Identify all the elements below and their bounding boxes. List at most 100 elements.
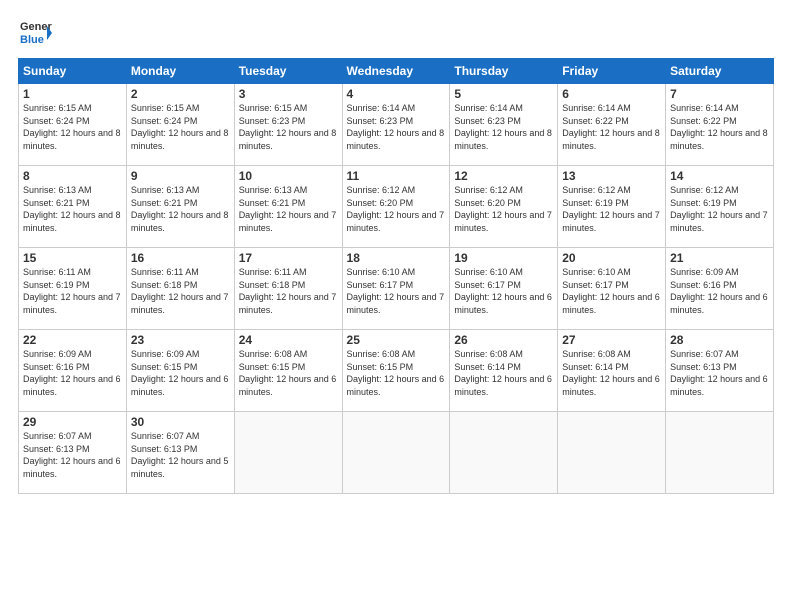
day-number: 25 [347, 333, 446, 347]
calendar-table: SundayMondayTuesdayWednesdayThursdayFrid… [18, 58, 774, 494]
calendar-cell: 19 Sunrise: 6:10 AMSunset: 6:17 PMDaylig… [450, 248, 558, 330]
day-header-tuesday: Tuesday [234, 59, 342, 84]
day-info: Sunrise: 6:10 AMSunset: 6:17 PMDaylight:… [562, 267, 660, 315]
day-info: Sunrise: 6:08 AMSunset: 6:14 PMDaylight:… [454, 349, 552, 397]
calendar-cell [666, 412, 774, 494]
calendar-cell: 15 Sunrise: 6:11 AMSunset: 6:19 PMDaylig… [19, 248, 127, 330]
day-info: Sunrise: 6:11 AMSunset: 6:19 PMDaylight:… [23, 267, 121, 315]
calendar-week-1: 1 Sunrise: 6:15 AMSunset: 6:24 PMDayligh… [19, 84, 774, 166]
day-info: Sunrise: 6:14 AMSunset: 6:22 PMDaylight:… [670, 103, 768, 151]
day-header-friday: Friday [558, 59, 666, 84]
calendar-cell: 23 Sunrise: 6:09 AMSunset: 6:15 PMDaylig… [126, 330, 234, 412]
calendar-cell: 4 Sunrise: 6:14 AMSunset: 6:23 PMDayligh… [342, 84, 450, 166]
day-number: 8 [23, 169, 122, 183]
calendar-cell: 8 Sunrise: 6:13 AMSunset: 6:21 PMDayligh… [19, 166, 127, 248]
day-header-saturday: Saturday [666, 59, 774, 84]
calendar-cell: 12 Sunrise: 6:12 AMSunset: 6:20 PMDaylig… [450, 166, 558, 248]
calendar-cell [342, 412, 450, 494]
day-info: Sunrise: 6:13 AMSunset: 6:21 PMDaylight:… [239, 185, 337, 233]
calendar-cell: 18 Sunrise: 6:10 AMSunset: 6:17 PMDaylig… [342, 248, 450, 330]
day-header-wednesday: Wednesday [342, 59, 450, 84]
svg-text:Blue: Blue [20, 34, 44, 46]
calendar-cell [234, 412, 342, 494]
day-number: 17 [239, 251, 338, 265]
day-number: 10 [239, 169, 338, 183]
day-info: Sunrise: 6:14 AMSunset: 6:23 PMDaylight:… [347, 103, 445, 151]
day-number: 30 [131, 415, 230, 429]
day-number: 9 [131, 169, 230, 183]
calendar-cell: 27 Sunrise: 6:08 AMSunset: 6:14 PMDaylig… [558, 330, 666, 412]
logo-icon: General Blue [18, 16, 52, 50]
day-number: 7 [670, 87, 769, 101]
day-info: Sunrise: 6:15 AMSunset: 6:23 PMDaylight:… [239, 103, 337, 151]
day-header-monday: Monday [126, 59, 234, 84]
calendar-week-3: 15 Sunrise: 6:11 AMSunset: 6:19 PMDaylig… [19, 248, 774, 330]
calendar-week-4: 22 Sunrise: 6:09 AMSunset: 6:16 PMDaylig… [19, 330, 774, 412]
day-info: Sunrise: 6:12 AMSunset: 6:19 PMDaylight:… [670, 185, 768, 233]
day-number: 20 [562, 251, 661, 265]
day-number: 13 [562, 169, 661, 183]
logo: General Blue [18, 16, 52, 50]
calendar-cell: 26 Sunrise: 6:08 AMSunset: 6:14 PMDaylig… [450, 330, 558, 412]
day-number: 4 [347, 87, 446, 101]
day-number: 23 [131, 333, 230, 347]
calendar-cell: 9 Sunrise: 6:13 AMSunset: 6:21 PMDayligh… [126, 166, 234, 248]
day-info: Sunrise: 6:10 AMSunset: 6:17 PMDaylight:… [347, 267, 445, 315]
day-info: Sunrise: 6:15 AMSunset: 6:24 PMDaylight:… [131, 103, 229, 151]
day-info: Sunrise: 6:15 AMSunset: 6:24 PMDaylight:… [23, 103, 121, 151]
day-number: 21 [670, 251, 769, 265]
day-number: 19 [454, 251, 553, 265]
day-number: 5 [454, 87, 553, 101]
calendar-cell: 22 Sunrise: 6:09 AMSunset: 6:16 PMDaylig… [19, 330, 127, 412]
calendar-cell: 7 Sunrise: 6:14 AMSunset: 6:22 PMDayligh… [666, 84, 774, 166]
day-header-thursday: Thursday [450, 59, 558, 84]
day-info: Sunrise: 6:09 AMSunset: 6:16 PMDaylight:… [670, 267, 768, 315]
day-info: Sunrise: 6:13 AMSunset: 6:21 PMDaylight:… [131, 185, 229, 233]
day-info: Sunrise: 6:12 AMSunset: 6:20 PMDaylight:… [454, 185, 552, 233]
calendar-cell: 30 Sunrise: 6:07 AMSunset: 6:13 PMDaylig… [126, 412, 234, 494]
day-number: 28 [670, 333, 769, 347]
day-number: 29 [23, 415, 122, 429]
day-info: Sunrise: 6:08 AMSunset: 6:15 PMDaylight:… [347, 349, 445, 397]
calendar-cell: 3 Sunrise: 6:15 AMSunset: 6:23 PMDayligh… [234, 84, 342, 166]
day-number: 6 [562, 87, 661, 101]
day-number: 15 [23, 251, 122, 265]
calendar-cell: 21 Sunrise: 6:09 AMSunset: 6:16 PMDaylig… [666, 248, 774, 330]
day-number: 14 [670, 169, 769, 183]
day-info: Sunrise: 6:14 AMSunset: 6:23 PMDaylight:… [454, 103, 552, 151]
calendar-cell: 2 Sunrise: 6:15 AMSunset: 6:24 PMDayligh… [126, 84, 234, 166]
day-number: 26 [454, 333, 553, 347]
day-info: Sunrise: 6:13 AMSunset: 6:21 PMDaylight:… [23, 185, 121, 233]
calendar-cell: 28 Sunrise: 6:07 AMSunset: 6:13 PMDaylig… [666, 330, 774, 412]
day-info: Sunrise: 6:14 AMSunset: 6:22 PMDaylight:… [562, 103, 660, 151]
day-header-sunday: Sunday [19, 59, 127, 84]
calendar-cell: 6 Sunrise: 6:14 AMSunset: 6:22 PMDayligh… [558, 84, 666, 166]
day-number: 27 [562, 333, 661, 347]
calendar-cell: 1 Sunrise: 6:15 AMSunset: 6:24 PMDayligh… [19, 84, 127, 166]
day-info: Sunrise: 6:07 AMSunset: 6:13 PMDaylight:… [23, 431, 121, 479]
page: General Blue SundayMondayTuesdayWednesda… [0, 0, 792, 612]
day-number: 12 [454, 169, 553, 183]
day-info: Sunrise: 6:09 AMSunset: 6:16 PMDaylight:… [23, 349, 121, 397]
calendar-cell [450, 412, 558, 494]
day-number: 3 [239, 87, 338, 101]
calendar-cell: 14 Sunrise: 6:12 AMSunset: 6:19 PMDaylig… [666, 166, 774, 248]
day-info: Sunrise: 6:12 AMSunset: 6:19 PMDaylight:… [562, 185, 660, 233]
calendar-cell: 17 Sunrise: 6:11 AMSunset: 6:18 PMDaylig… [234, 248, 342, 330]
calendar-week-2: 8 Sunrise: 6:13 AMSunset: 6:21 PMDayligh… [19, 166, 774, 248]
calendar-cell: 11 Sunrise: 6:12 AMSunset: 6:20 PMDaylig… [342, 166, 450, 248]
day-number: 2 [131, 87, 230, 101]
day-info: Sunrise: 6:09 AMSunset: 6:15 PMDaylight:… [131, 349, 229, 397]
calendar-cell: 25 Sunrise: 6:08 AMSunset: 6:15 PMDaylig… [342, 330, 450, 412]
day-number: 16 [131, 251, 230, 265]
day-info: Sunrise: 6:10 AMSunset: 6:17 PMDaylight:… [454, 267, 552, 315]
day-info: Sunrise: 6:11 AMSunset: 6:18 PMDaylight:… [131, 267, 229, 315]
day-number: 24 [239, 333, 338, 347]
calendar-week-5: 29 Sunrise: 6:07 AMSunset: 6:13 PMDaylig… [19, 412, 774, 494]
calendar-cell: 20 Sunrise: 6:10 AMSunset: 6:17 PMDaylig… [558, 248, 666, 330]
day-info: Sunrise: 6:12 AMSunset: 6:20 PMDaylight:… [347, 185, 445, 233]
calendar-cell: 5 Sunrise: 6:14 AMSunset: 6:23 PMDayligh… [450, 84, 558, 166]
header: General Blue [18, 16, 774, 50]
calendar-cell: 24 Sunrise: 6:08 AMSunset: 6:15 PMDaylig… [234, 330, 342, 412]
calendar-cell [558, 412, 666, 494]
